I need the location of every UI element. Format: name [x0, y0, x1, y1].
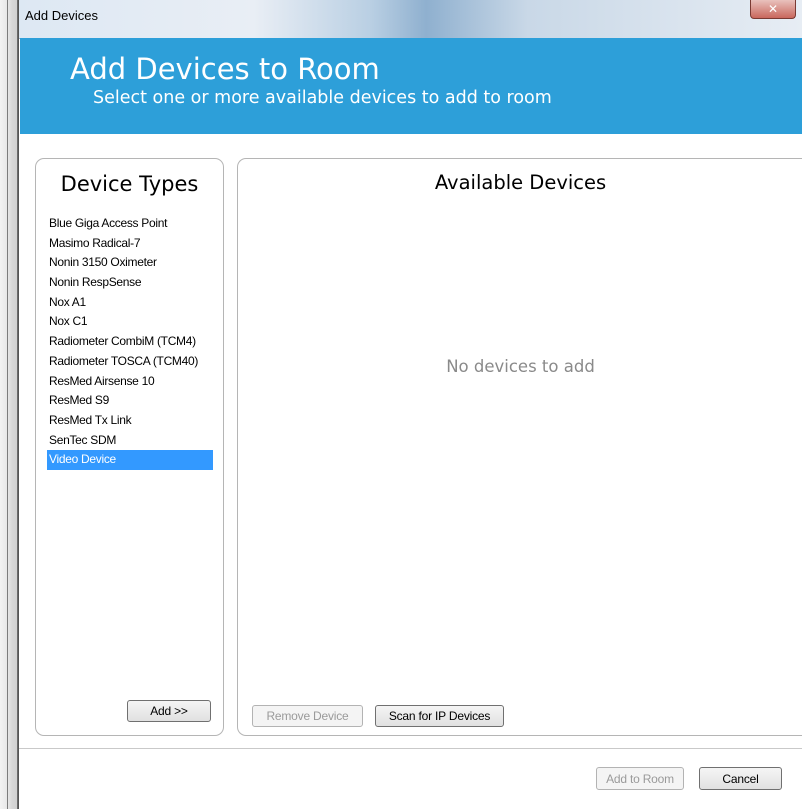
title-bar: Add Devices ✕	[19, 0, 802, 39]
add-to-room-button[interactable]: Add to Room	[596, 767, 684, 790]
device-type-item[interactable]: SenTec SDM	[47, 431, 213, 451]
device-type-item-selected[interactable]: Video Device	[47, 450, 213, 470]
device-type-item[interactable]: Nonin 3150 Oximeter	[47, 253, 213, 273]
footer-divider	[19, 748, 802, 749]
device-type-item[interactable]: Blue Giga Access Point	[47, 214, 213, 234]
page-title: Add Devices to Room	[70, 52, 380, 86]
window-edge	[0, 0, 18, 809]
device-type-item[interactable]: Masimo Radical-7	[47, 234, 213, 254]
device-type-list[interactable]: Blue Giga Access Point Masimo Radical-7 …	[47, 214, 213, 470]
cancel-button[interactable]: Cancel	[699, 767, 782, 790]
device-type-item[interactable]: ResMed Tx Link	[47, 411, 213, 431]
device-type-item[interactable]: ResMed S9	[47, 391, 213, 411]
empty-state-message: No devices to add	[446, 357, 595, 376]
device-type-item[interactable]: Radiometer TOSCA (TCM40)	[47, 352, 213, 372]
add-devices-dialog: Add Devices ✕ Add Devices to Room Select…	[18, 0, 802, 809]
remove-device-button[interactable]: Remove Device	[252, 705, 363, 727]
window-edge-line	[7, 0, 8, 809]
page-subtitle: Select one or more available devices to …	[93, 88, 552, 108]
scan-ip-devices-button[interactable]: Scan for IP Devices	[375, 705, 504, 727]
device-types-title: Device Types	[60, 172, 199, 196]
close-button[interactable]: ✕	[750, 0, 796, 19]
device-type-item[interactable]: Radiometer CombiM (TCM4)	[47, 332, 213, 352]
available-devices-title: Available Devices	[434, 171, 607, 194]
header-banner: Add Devices to Room Select one or more a…	[20, 38, 802, 134]
device-types-panel: Device Types Blue Giga Access Point Masi…	[35, 158, 224, 736]
available-devices-panel: Available Devices No devices to add Remo…	[237, 158, 802, 736]
device-type-item[interactable]: ResMed Airsense 10	[47, 372, 213, 392]
device-type-item[interactable]: Nox A1	[47, 293, 213, 313]
device-type-item[interactable]: Nonin RespSense	[47, 273, 213, 293]
add-button[interactable]: Add >>	[127, 700, 211, 722]
device-type-item[interactable]: Nox C1	[47, 312, 213, 332]
close-icon: ✕	[767, 2, 779, 16]
window-title: Add Devices	[25, 8, 98, 23]
